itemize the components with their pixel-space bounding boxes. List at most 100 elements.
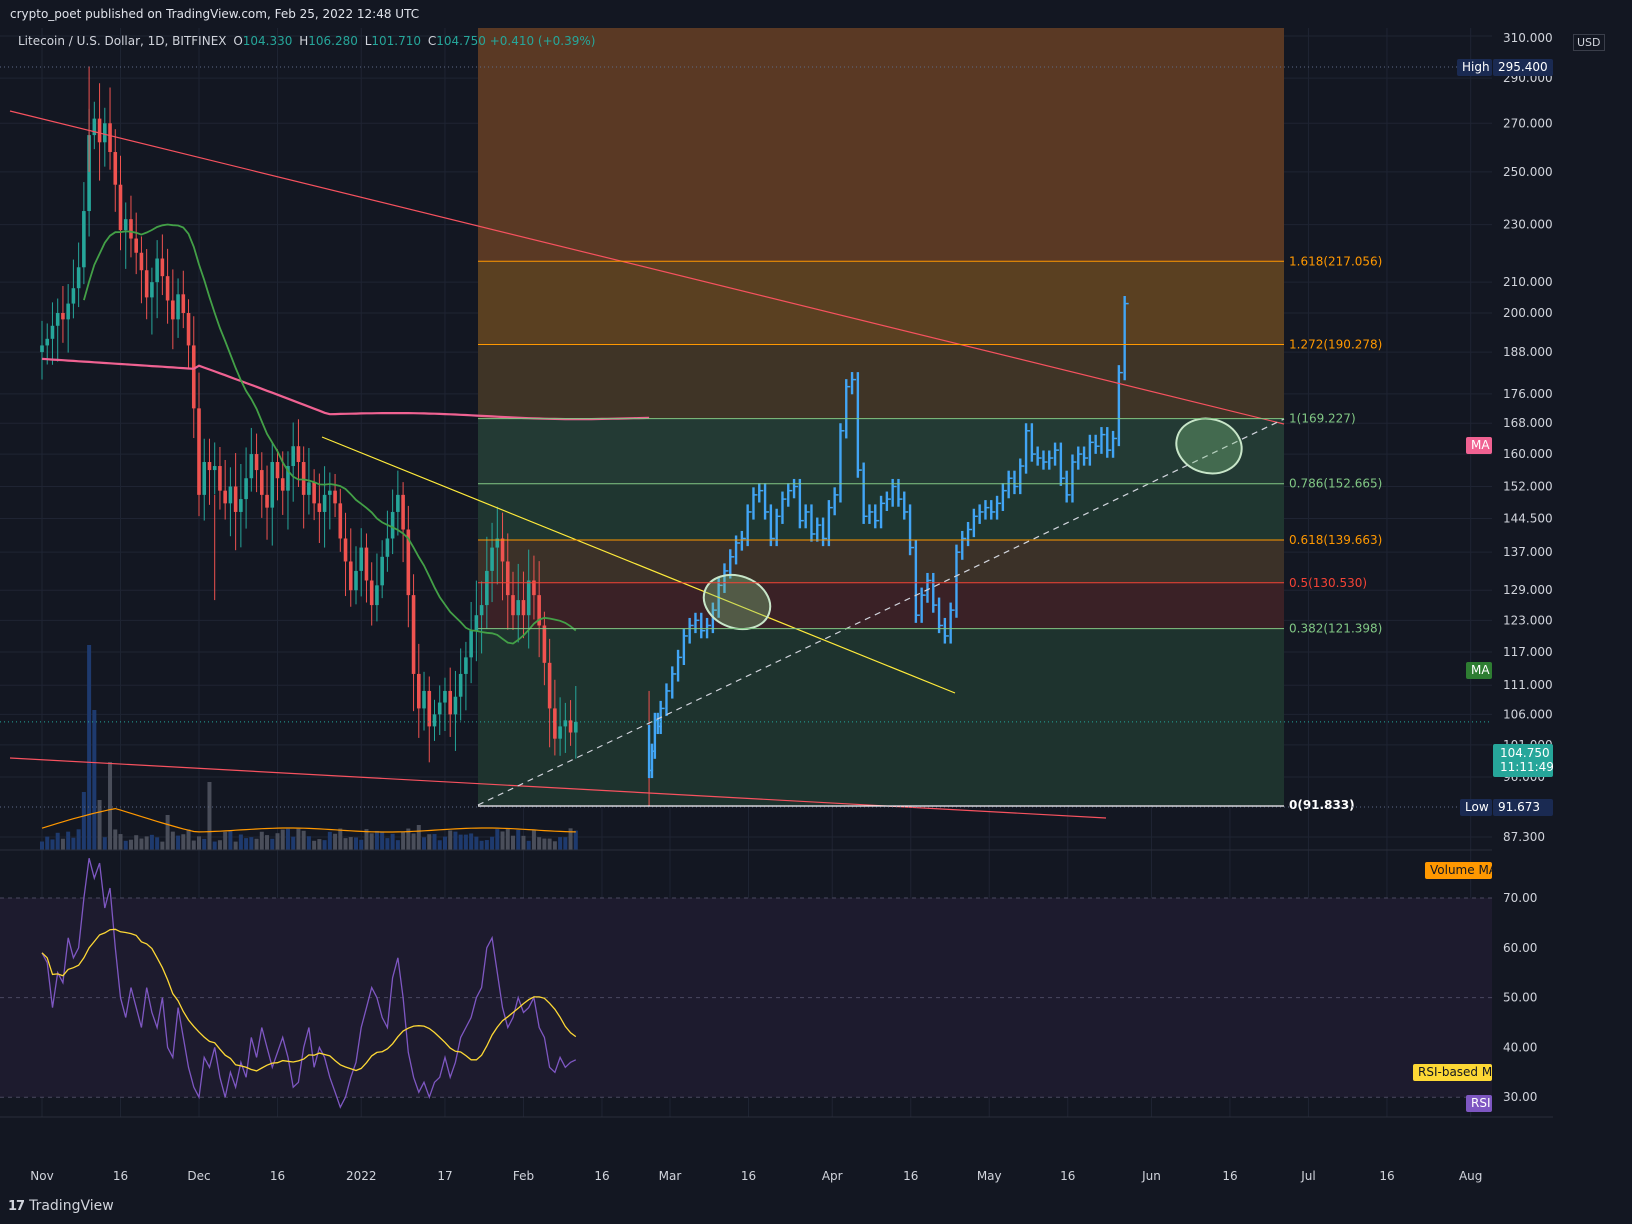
- candle-body: [437, 702, 442, 715]
- volume-bar: [285, 828, 290, 850]
- volume-bar: [45, 836, 50, 850]
- symbol-legend: Litecoin / U.S. Dollar, 1D, BITFINEX O 10…: [18, 34, 595, 48]
- volume-bar: [343, 838, 348, 850]
- candle-body: [113, 152, 118, 185]
- ma-slow-tag: MA: [1471, 438, 1490, 452]
- price-tick-label: 250.000: [1503, 165, 1553, 179]
- candle-body: [464, 657, 468, 674]
- volume-bar: [505, 829, 510, 850]
- price-tick-label: 111.000: [1503, 678, 1553, 692]
- candle-body: [108, 123, 112, 153]
- volume-bar: [128, 839, 133, 850]
- candle-body: [369, 580, 374, 606]
- volume-bar: [181, 834, 186, 850]
- time-tick-label: May: [977, 1169, 1002, 1183]
- volume-bar: [102, 837, 107, 850]
- time-tick-label: 16: [741, 1169, 756, 1183]
- price-tick-label: 87.300: [1503, 830, 1545, 844]
- price-tick-label: 137.000: [1503, 545, 1553, 559]
- volume-bar: [254, 838, 259, 850]
- candle-body: [239, 499, 243, 512]
- volume-bar: [395, 840, 400, 850]
- volume-bar: [416, 825, 421, 850]
- time-axis[interactable]: Nov 16 Dec 16 2022 17 Feb 16 Mar 16 Apr 16 May 16 Jun 1…: [0, 1116, 1632, 1197]
- volume-bar: [427, 834, 432, 850]
- volume-bar: [160, 841, 165, 850]
- time-tick-label: Feb: [513, 1169, 534, 1183]
- fib-zone: [478, 28, 1284, 262]
- volume-bar: [484, 840, 489, 850]
- volume-bar: [437, 840, 442, 850]
- open-label: O: [233, 34, 243, 48]
- price-tick-label: 168.000: [1503, 416, 1553, 430]
- volume-bar: [118, 834, 123, 850]
- volume-bar: [155, 837, 160, 850]
- candle-body: [568, 720, 573, 733]
- volume-bar: [113, 829, 118, 850]
- candle-body: [150, 282, 154, 298]
- candle-body: [542, 625, 547, 663]
- candle-body: [102, 123, 107, 143]
- candle-body: [129, 219, 133, 239]
- candle-body: [176, 294, 180, 320]
- candle-body: [291, 446, 295, 467]
- volume-bar: [196, 836, 201, 850]
- price-tick-label: 160.000: [1503, 447, 1553, 461]
- volume-bar: [259, 831, 264, 850]
- close-label: C: [427, 34, 437, 48]
- candle-body: [338, 503, 343, 539]
- candle-body: [218, 466, 222, 491]
- volume-bar: [369, 833, 374, 850]
- fib-zone: [478, 418, 1284, 484]
- close-value: 104.750: [436, 34, 486, 48]
- rsi-ma-tag: RSI-based MA: [1418, 1065, 1501, 1079]
- volume-bar: [144, 836, 149, 850]
- volume-bar: [348, 837, 353, 850]
- candle-body: [343, 538, 348, 562]
- fib-zone: [478, 582, 1284, 629]
- fib-level-label: 0.5(130.530): [1289, 576, 1367, 590]
- candle-body: [411, 595, 416, 674]
- candle-body: [322, 494, 327, 512]
- price-tick-label: 106.000: [1503, 707, 1553, 721]
- candle-body: [563, 720, 568, 727]
- volume-bar: [223, 831, 228, 850]
- candle-body: [474, 615, 479, 631]
- fib-level-label: 1(169.227): [1289, 412, 1356, 426]
- time-tick-label: 16: [903, 1169, 918, 1183]
- currency-button[interactable]: USD: [1573, 34, 1605, 51]
- high-label: H: [299, 34, 309, 48]
- candle-body: [500, 538, 505, 562]
- candle-body: [186, 313, 191, 346]
- fib-level-label: 0(91.833): [1289, 798, 1355, 812]
- candle-body: [61, 313, 65, 320]
- volume-bar: [76, 829, 81, 850]
- volume-bar: [401, 832, 406, 850]
- fib-zone: [478, 261, 1284, 345]
- candle-body: [333, 490, 337, 504]
- time-tick-label: Apr: [822, 1169, 843, 1183]
- volume-bar: [353, 837, 358, 850]
- candle-body: [191, 345, 196, 409]
- volume-bar: [322, 840, 327, 850]
- volume-bar: [81, 792, 86, 850]
- candle-body: [270, 462, 275, 508]
- candle-body: [526, 580, 531, 616]
- volume-bar: [495, 829, 500, 850]
- candle-body: [50, 325, 55, 339]
- candle-body: [45, 338, 50, 346]
- candle-body: [165, 276, 170, 301]
- volume-bar: [233, 841, 238, 850]
- symbol-name[interactable]: Litecoin / U.S. Dollar, 1D, BITFINEX: [18, 34, 227, 48]
- candle-body: [254, 454, 259, 471]
- volume-bar: [317, 839, 322, 850]
- rsi-pane: [0, 849, 1553, 1109]
- fib-zone: [478, 344, 1284, 419]
- candle-body: [380, 556, 384, 586]
- chart-canvas[interactable]: 1.618(217.056) 1.272(190.278) 1(169.227) 0.…: [0, 0, 1632, 1224]
- candle-body: [244, 478, 248, 500]
- candle-body: [249, 454, 254, 479]
- time-tick-label: 16: [270, 1169, 285, 1183]
- fib-zone: [478, 540, 1284, 583]
- ma-fast-tag: MA: [1471, 663, 1490, 677]
